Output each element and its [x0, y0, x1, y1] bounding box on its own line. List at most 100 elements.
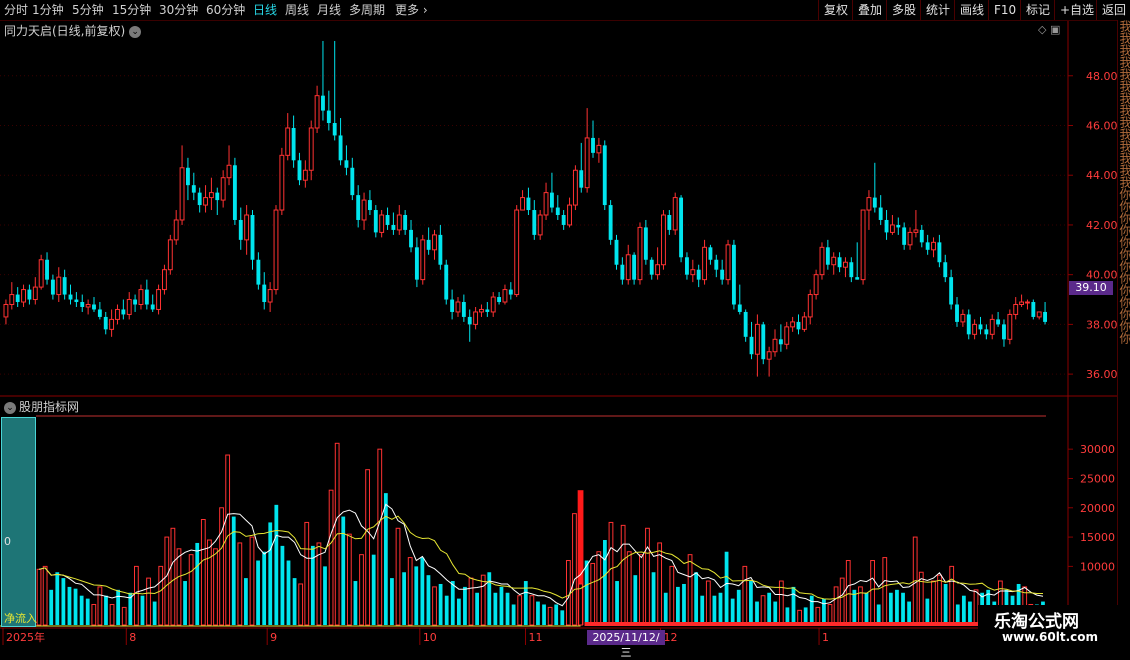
toolbar-button-5[interactable]: F10 — [988, 0, 1021, 20]
toolbar-button-8[interactable]: 返回 — [1096, 0, 1130, 20]
indicator-bar-down — [195, 542, 200, 625]
indicator-bar-up — [468, 577, 474, 626]
indicator-bar-up — [170, 527, 176, 626]
x-tick-label: 11 — [529, 631, 543, 644]
candle-body-down — [884, 219, 889, 233]
watermark: 乐淘公式网 www.60lt.com — [978, 605, 1130, 650]
candle-body-up — [420, 239, 426, 281]
candle-body-up — [520, 197, 526, 211]
period-tab-10[interactable]: 更多 › — [395, 2, 428, 18]
indicator-bar-down — [712, 595, 717, 625]
candle-body-down — [996, 319, 1001, 325]
indicator-bar-down — [493, 592, 498, 625]
indicator-bar-up — [949, 565, 955, 626]
candle-body-up — [1007, 313, 1013, 340]
indicator-bar-up — [517, 595, 523, 626]
indicator-bar-down — [61, 578, 66, 625]
indicator-bar-down — [55, 572, 60, 625]
candle-body-down — [708, 247, 713, 260]
period-tab-9[interactable]: 多周期 — [349, 2, 385, 18]
candle-body-down — [825, 247, 830, 265]
candle-body-down — [215, 192, 220, 201]
indicator-bar-up — [188, 554, 194, 626]
period-tab-4[interactable]: 30分钟 — [159, 2, 198, 18]
indicator-bar-up — [91, 603, 97, 626]
indicator-bar-down — [438, 583, 443, 625]
candle-body-up — [972, 323, 978, 335]
candle-body-up — [637, 226, 643, 281]
candle-body-down — [144, 289, 149, 305]
chevron-down-icon[interactable]: ⌄ — [4, 401, 16, 414]
candle-body-up — [208, 192, 214, 199]
chevron-down-icon[interactable]: ⌄ — [129, 25, 142, 38]
candle-body-down — [403, 215, 408, 230]
candle-body-down — [532, 210, 537, 235]
diamond-icon[interactable]: ◇ — [1038, 23, 1046, 36]
period-tab-2[interactable]: 5分钟 — [72, 2, 104, 18]
toolbar-button-6[interactable]: 标记 — [1020, 0, 1055, 20]
indicator-bar-down — [371, 554, 376, 625]
candle-body-down — [338, 135, 343, 161]
candle-body-down — [391, 224, 396, 230]
toolbar-button-7[interactable]: +自选 — [1054, 0, 1099, 20]
candle-body-up — [772, 338, 778, 353]
period-tab-6[interactable]: 日线 — [253, 2, 277, 18]
indicator-bar-up — [578, 583, 583, 626]
candle-body-down — [925, 242, 930, 250]
indicator-bar-up — [529, 595, 535, 626]
candle-body-up — [21, 289, 26, 303]
candle-body-down — [467, 316, 472, 325]
main-chart-title[interactable]: 同力天启(日线,前复权) ⌄ — [4, 22, 142, 39]
x-tick-label: 2025年 — [6, 630, 45, 644]
indicator-bar-up — [669, 565, 675, 626]
candle-body-up — [56, 276, 62, 296]
indicator-bar-down — [676, 586, 680, 625]
candle-body-down — [1031, 302, 1036, 317]
indicator-bar-up — [760, 595, 766, 626]
window-icon[interactable]: ▣ — [1050, 23, 1060, 36]
toolbar-button-2[interactable]: 多股 — [886, 0, 921, 20]
candle-body-down — [984, 329, 989, 335]
indicator-bar-down — [463, 586, 467, 625]
period-tab-7[interactable]: 周线 — [285, 2, 309, 18]
toolbar-button-1[interactable]: 叠加 — [852, 0, 887, 20]
indicator-title[interactable]: ⌄ 股朋指标网 — [4, 398, 79, 415]
current-price-tag: 39.10 — [1069, 281, 1113, 295]
candle-body-up — [960, 313, 966, 323]
indicator-bar-down — [383, 493, 388, 625]
indicator-bar-down — [633, 575, 638, 625]
toolbar-button-3[interactable]: 统计 — [920, 0, 955, 20]
indicator-bar-down — [487, 572, 492, 625]
indicator-bar-down — [852, 589, 857, 625]
candle-body-up — [167, 239, 173, 271]
candle-body-up — [302, 169, 308, 181]
candle-body-up — [396, 214, 402, 231]
candle-body-down — [444, 264, 449, 300]
candle-body-down — [350, 167, 355, 196]
period-tab-5[interactable]: 60分钟 — [206, 2, 245, 18]
indicator-bar-up — [328, 489, 334, 626]
period-tab-1[interactable]: 1分钟 — [32, 2, 64, 18]
candle-body-down — [461, 302, 466, 317]
indicator-bar-down — [925, 598, 930, 625]
period-tab-8[interactable]: 月线 — [317, 2, 341, 18]
toolbar-button-4[interactable]: 画线 — [954, 0, 989, 20]
indicator-bar-up — [377, 448, 383, 626]
indicator-bar-up — [687, 554, 693, 626]
candle-body-up — [162, 269, 167, 291]
candle-body-down — [426, 239, 431, 250]
period-tab-3[interactable]: 15分钟 — [112, 2, 151, 18]
candle-body-down — [749, 336, 754, 355]
candle-body-up — [502, 289, 508, 303]
candle-body-up — [179, 167, 185, 221]
main-chart-corner-icons[interactable]: ◇ ▣ — [1038, 23, 1060, 36]
indicator-bar-down — [602, 540, 607, 625]
indicator-bar-up — [359, 554, 364, 626]
toolbar-button-0[interactable]: 复权 — [818, 0, 853, 20]
indicator-bar-down — [864, 592, 869, 625]
indicator-bar-up — [176, 548, 182, 626]
indicator-bar-up — [705, 580, 711, 626]
candle-body-down — [643, 227, 648, 260]
period-tab-0[interactable]: 分时 — [4, 2, 28, 18]
indicator-bar-down — [414, 566, 419, 625]
